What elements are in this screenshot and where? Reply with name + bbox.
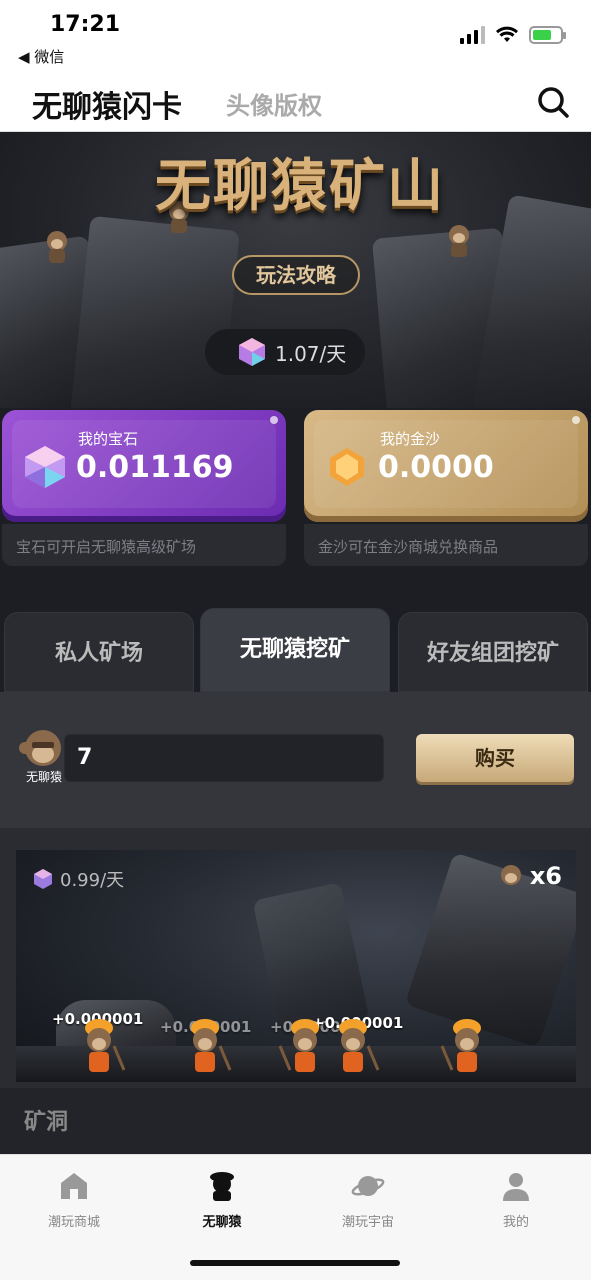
ape-miner-icon [339,1019,380,1072]
my-gold-sand-card[interactable]: 我的金沙 0.0000 [304,410,588,522]
mine-scene: 0.99/天 x6 +0.000001 +0.000001 +0.000001 … [16,850,576,1082]
tab-private-mine[interactable]: 私人矿场 [4,612,194,692]
nav-label-profile: 我的 [502,1215,529,1230]
monkey-miner-icon [449,225,469,257]
nav-label-store: 潮玩商城 [47,1215,100,1230]
my-gems-value: 0.011169 [76,450,234,485]
my-gems-card[interactable]: 我的宝石 0.011169 [2,410,286,522]
gameplay-guide-button[interactable]: 玩法攻略 [232,255,360,295]
ape-avatar-caption: 无聊猿 [26,770,63,784]
tab-avatar-copyright[interactable]: 头像版权 [226,86,322,121]
nav-label-ape: 无聊猿 [202,1215,242,1230]
signal-icon [460,26,485,44]
page-title[interactable]: 无聊猿闪卡 [32,82,182,126]
wifi-icon [496,26,518,42]
planet-icon [351,1176,385,1196]
home-indicator[interactable] [190,1260,400,1266]
nav-label-universe: 潮玩宇宙 [341,1215,394,1230]
status-indicators [460,26,566,44]
daily-rate-pill: 1.07/天 [205,329,365,375]
gem-icon [34,869,52,889]
tab-ape-mining[interactable]: 无聊猿挖矿 [200,608,390,692]
nav-item-profile[interactable]: 我的 [456,1169,576,1230]
mine-frame: 0.99/天 x6 +0.000001 +0.000001 +0.000001 … [0,828,591,1088]
miner-count: x6 [498,862,562,890]
tab-friend-group-mining[interactable]: 好友组团挖矿 [398,612,588,692]
quantity-input[interactable]: 7 [64,734,384,782]
mining-tabs: 私人矿场 无聊猿挖矿 好友组团挖矿 [0,608,591,692]
daily-rate-text: 1.07/天 [275,341,347,366]
status-time: 17:21 [50,12,121,37]
ape-miner-icon [440,1019,481,1072]
gems-note: 宝石可开启无聊猿高级矿场 [2,524,286,566]
my-gold-sand-value: 0.0000 [378,450,494,485]
mine-daily-rate-text: 0.99/天 [60,870,125,891]
gem-icon [239,338,265,366]
purchase-panel: 7 无聊猿 购买 [0,692,591,828]
ape-miner-icon [85,1019,126,1072]
mine-title: 无聊猿矿山 [155,154,445,219]
monkey-miner-icon [47,231,67,263]
ape-icon [210,1172,234,1201]
store-icon [61,1173,87,1199]
app-header: 无聊猿闪卡 头像版权 [0,72,591,132]
nav-item-store[interactable]: 潮玩商城 [14,1169,134,1230]
back-to-wechat-link[interactable]: ◀ 微信 [18,46,64,67]
ape-head-icon [500,865,521,885]
gold-sand-note: 金沙可在金沙商城兑换商品 [304,524,588,566]
cave-label: 矿洞 [24,1110,69,1135]
buy-button[interactable]: 购买 [416,734,574,782]
my-gems-label: 我的宝石 [78,430,139,448]
mine-hero-banner: 无聊猿矿山 玩法攻略 1.07/天 [0,133,591,408]
search-icon[interactable] [533,82,573,122]
nav-item-ape[interactable]: 无聊猿 [162,1169,282,1230]
ape-miner-icon [278,1019,319,1072]
cave-panel [0,1088,591,1154]
profile-icon [503,1173,529,1201]
gem-icon [25,446,65,488]
status-bar: 17:21 ◀ 微信 [0,0,591,72]
nav-item-universe[interactable]: 潮玩宇宙 [308,1169,428,1230]
mine-daily-rate: 0.99/天 [32,866,124,892]
battery-icon [529,26,566,44]
miner-count-text: x6 [529,862,562,890]
ape-miner-icon [191,1019,232,1072]
my-gold-sand-label: 我的金沙 [380,430,441,448]
gold-nugget-icon [330,448,364,486]
